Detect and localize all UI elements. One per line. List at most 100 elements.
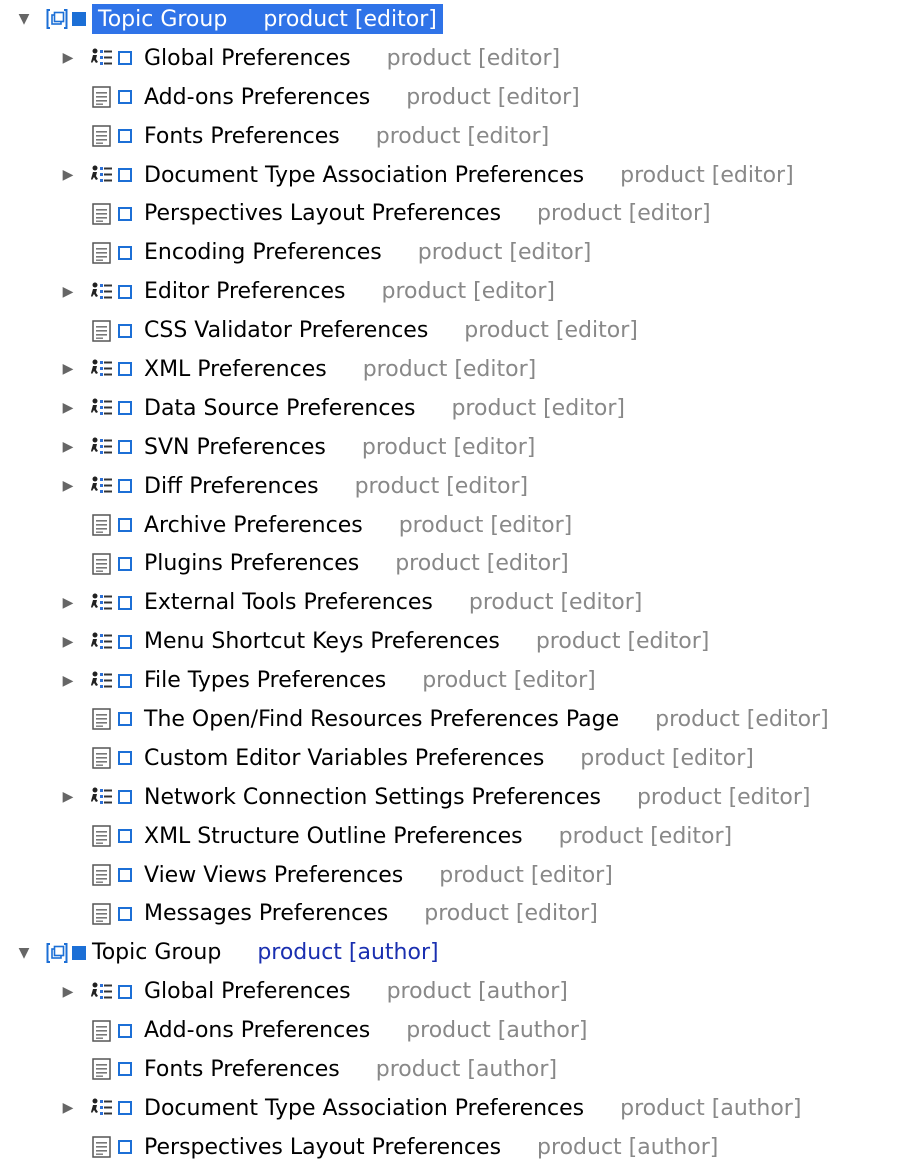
tree-item-row[interactable]: ▶Fonts Preferencesproduct [author] [0, 1050, 907, 1089]
tree-item-row[interactable]: ▶ Diff Preferences product [editor] [0, 467, 907, 506]
tree-item-row[interactable]: ▶View Views Preferencesproduct [editor] [0, 856, 907, 895]
tree-item-scope-tag: product [editor] [580, 745, 754, 771]
tree-item-row[interactable]: ▶The Open/Find Resources Preferences Pag… [0, 700, 907, 739]
document-page-icon [90, 1057, 114, 1081]
group-label[interactable]: Topic Group product [author] [92, 940, 439, 965]
tree-item-row[interactable]: ▶ SVN Preferences product [editor] [0, 428, 907, 467]
document-page-icon [90, 746, 114, 770]
tree-item-scope-tag: product [editor] [375, 123, 550, 149]
square-marker-icon [118, 362, 132, 377]
tree-item-scope-tag: product [author] [406, 1018, 588, 1044]
square-marker-icon [72, 945, 86, 960]
tree-item-row[interactable]: ▶CSS Validator Preferencesproduct [edito… [0, 311, 907, 350]
tree-item-scope-tag: product [editor] [636, 784, 811, 810]
tree-item-scope-tag: product [editor] [398, 512, 573, 538]
triangle-right-icon[interactable]: ▶ [60, 167, 76, 183]
topic-tree-icon [90, 669, 114, 693]
tree-group-row[interactable]: ▼ Topic Group product [editor] [0, 0, 907, 39]
triangle-right-icon[interactable]: ▶ [60, 284, 76, 300]
tree-item-scope-tag: product [editor] [537, 201, 711, 227]
tree-item-label: View Views Preferences [144, 862, 404, 888]
tree-item-label: The Open/Find Resources Preferences Page [144, 706, 620, 732]
tree-item-row[interactable]: ▶Archive Preferencesproduct [editor] [0, 506, 907, 545]
square-marker-icon [118, 51, 132, 66]
document-page-icon [90, 1019, 114, 1043]
tree-group-row[interactable]: ▼ Topic Group product [author] [0, 933, 907, 972]
group-bracket-icon [46, 941, 68, 965]
tree-item-row[interactable]: ▶ Document Type Association Preferences pr… [0, 156, 907, 195]
tree-item-row[interactable]: ▶ Data Source Preferences product [editor] [0, 389, 907, 428]
topic-tree-icon [90, 630, 114, 654]
tree-item-scope-tag: product [editor] [558, 823, 733, 849]
triangle-right-icon[interactable]: ▶ [60, 673, 76, 689]
triangle-right-icon[interactable]: ▶ [60, 634, 76, 650]
tree-item-row[interactable]: ▶ XML Preferences product [editor] [0, 350, 907, 389]
tree-item-row[interactable]: ▶Custom Editor Variables Preferencesprod… [0, 739, 907, 778]
tree-item-row[interactable]: ▶ Global Preferences product [editor] [0, 39, 907, 78]
tree-item-row[interactable]: ▶XML Structure Outline Preferencesproduc… [0, 817, 907, 856]
topic-tree-icon [90, 435, 114, 459]
tree-item-label: Add-ons Preferences [144, 84, 371, 110]
tree-item-scope-tag: product [author] [386, 979, 568, 1005]
square-marker-icon [118, 168, 132, 182]
document-page-icon [90, 863, 114, 887]
tree-item-row[interactable]: ▶ Global Preferences product [author] [0, 972, 907, 1011]
tree-item-label: SVN Preferences [144, 434, 326, 460]
triangle-right-icon[interactable]: ▶ [60, 361, 76, 377]
tree-item-row[interactable]: ▶Add-ons Preferencesproduct [editor] [0, 78, 907, 117]
triangle-right-icon[interactable]: ▶ [60, 400, 76, 416]
document-page-icon [90, 319, 114, 343]
tree-item-scope-tag: product [editor] [535, 629, 710, 655]
square-marker-icon [118, 556, 132, 571]
tree-item-scope-tag: product [editor] [655, 706, 829, 732]
triangle-down-icon[interactable]: ▼ [16, 11, 32, 27]
triangle-right-icon[interactable]: ▶ [60, 478, 76, 494]
preferences-tree: ▼ Topic Group product [editor] ▶ Global Pref… [0, 0, 907, 1167]
triangle-down-icon[interactable]: ▼ [16, 945, 32, 961]
tree-item-row[interactable]: ▶Perspectives Layout Preferencesproduct … [0, 1128, 907, 1167]
document-page-icon [90, 1135, 114, 1159]
tree-item-row[interactable]: ▶ Menu Shortcut Keys Preferences product [… [0, 622, 907, 661]
tree-item-scope-tag: product [author] [375, 1056, 558, 1082]
tree-item-row[interactable]: ▶ Document Type Association Preferences pr… [0, 1089, 907, 1128]
tree-item-row[interactable]: ▶Add-ons Preferencesproduct [author] [0, 1011, 907, 1050]
document-page-icon [90, 513, 114, 537]
square-marker-icon [118, 673, 132, 688]
tree-item-scope-tag: product [editor] [424, 901, 598, 927]
tree-item-row[interactable]: ▶Perspectives Layout Preferencesproduct … [0, 194, 907, 233]
square-marker-icon [118, 129, 132, 144]
square-marker-icon [118, 1140, 132, 1155]
tree-item-label: External Tools Preferences [144, 590, 433, 616]
square-marker-icon [118, 790, 132, 805]
tree-item-row[interactable]: ▶Encoding Preferencesproduct [editor] [0, 233, 907, 272]
triangle-right-icon[interactable]: ▶ [60, 789, 76, 805]
document-page-icon [90, 902, 114, 926]
tree-item-scope-tag: product [editor] [620, 162, 794, 188]
tree-item-row[interactable]: ▶Messages Preferencesproduct [editor] [0, 894, 907, 933]
triangle-right-icon[interactable]: ▶ [60, 595, 76, 611]
square-marker-icon [118, 984, 132, 999]
tree-item-label: Perspectives Layout Preferences [144, 1134, 502, 1160]
tree-item-label: Diff Preferences [144, 473, 319, 499]
group-scope-tag: product [editor] [263, 6, 437, 32]
tree-item-scope-tag: product [author] [537, 1134, 719, 1160]
tree-item-scope-tag: product [editor] [386, 45, 561, 71]
tree-item-row[interactable]: ▶ Editor Preferences product [editor] [0, 272, 907, 311]
square-marker-icon [118, 90, 132, 105]
tree-item-row[interactable]: ▶ File Types Preferences product [editor] [0, 661, 907, 700]
triangle-right-icon[interactable]: ▶ [60, 50, 76, 66]
tree-item-label: Plugins Preferences [144, 551, 360, 577]
triangle-right-icon[interactable]: ▶ [60, 984, 76, 1000]
tree-item-label: Menu Shortcut Keys Preferences [144, 629, 500, 655]
triangle-right-icon[interactable]: ▶ [60, 1100, 76, 1116]
tree-item-row[interactable]: ▶ External Tools Preferences product [edit… [0, 583, 907, 622]
selected-group-label[interactable]: Topic Group product [editor] [92, 4, 443, 35]
tree-item-row[interactable]: ▶ Network Connection Settings Preferences… [0, 778, 907, 817]
tree-item-row[interactable]: ▶Plugins Preferencesproduct [editor] [0, 544, 907, 583]
triangle-right-icon[interactable]: ▶ [60, 439, 76, 455]
tree-item-scope-tag: product [author] [620, 1095, 802, 1121]
square-marker-icon [118, 479, 132, 494]
tree-item-row[interactable]: ▶Fonts Preferencesproduct [editor] [0, 117, 907, 156]
square-marker-icon [118, 634, 132, 649]
group-label-text: Topic Group [98, 6, 228, 32]
